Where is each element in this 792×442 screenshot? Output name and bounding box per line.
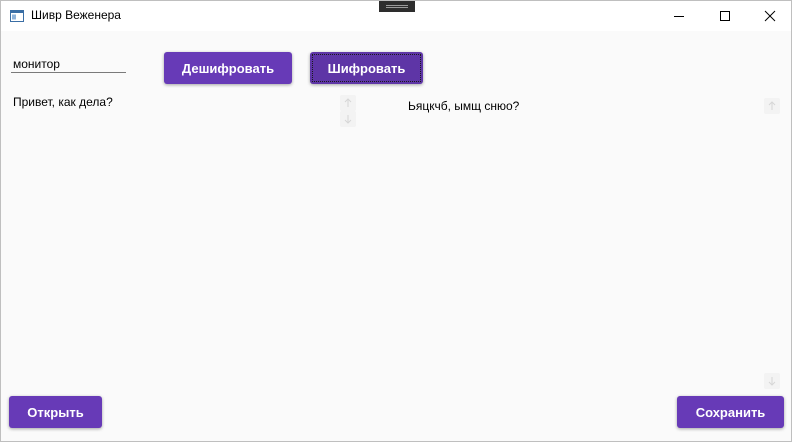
- input-scroll-down[interactable]: [340, 111, 356, 127]
- encrypt-button[interactable]: Шифровать: [310, 52, 423, 84]
- window-title: Шивр Веженера: [31, 8, 121, 22]
- open-button[interactable]: Открыть: [9, 396, 102, 428]
- minimize-icon: [674, 16, 684, 17]
- encrypt-button-label: Шифровать: [327, 60, 406, 76]
- title-bar[interactable]: Шивр Веженера: [1, 1, 791, 31]
- close-icon: [764, 10, 776, 22]
- plaintext-textarea[interactable]: Привет, как дела?: [13, 95, 333, 109]
- window-app-icon: [10, 9, 24, 22]
- arrow-down-icon: [344, 115, 352, 124]
- arrow-up-icon: [768, 101, 776, 110]
- maximize-button[interactable]: [702, 1, 748, 31]
- save-button-label: Сохранить: [695, 404, 766, 420]
- maximize-icon: [720, 11, 730, 21]
- app-window: Шивр Веженера Дешифровать Шифровать: [0, 0, 792, 442]
- output-scroll-down[interactable]: [764, 373, 780, 389]
- output-scroll-up[interactable]: [764, 98, 780, 114]
- minimize-button[interactable]: [656, 1, 702, 31]
- input-scroll-up[interactable]: [340, 95, 356, 111]
- key-input[interactable]: [11, 56, 126, 73]
- close-button[interactable]: [747, 1, 792, 31]
- arrow-down-icon: [768, 377, 776, 386]
- drag-handle[interactable]: [379, 1, 415, 12]
- ciphertext-textarea[interactable]: Ьяцкчб, ымщ снюо?: [408, 99, 758, 113]
- decrypt-button-label: Дешифровать: [181, 60, 275, 76]
- open-button-label: Открыть: [27, 404, 84, 420]
- arrow-up-icon: [344, 98, 352, 107]
- decrypt-button[interactable]: Дешифровать: [164, 52, 292, 84]
- save-button[interactable]: Сохранить: [677, 396, 784, 428]
